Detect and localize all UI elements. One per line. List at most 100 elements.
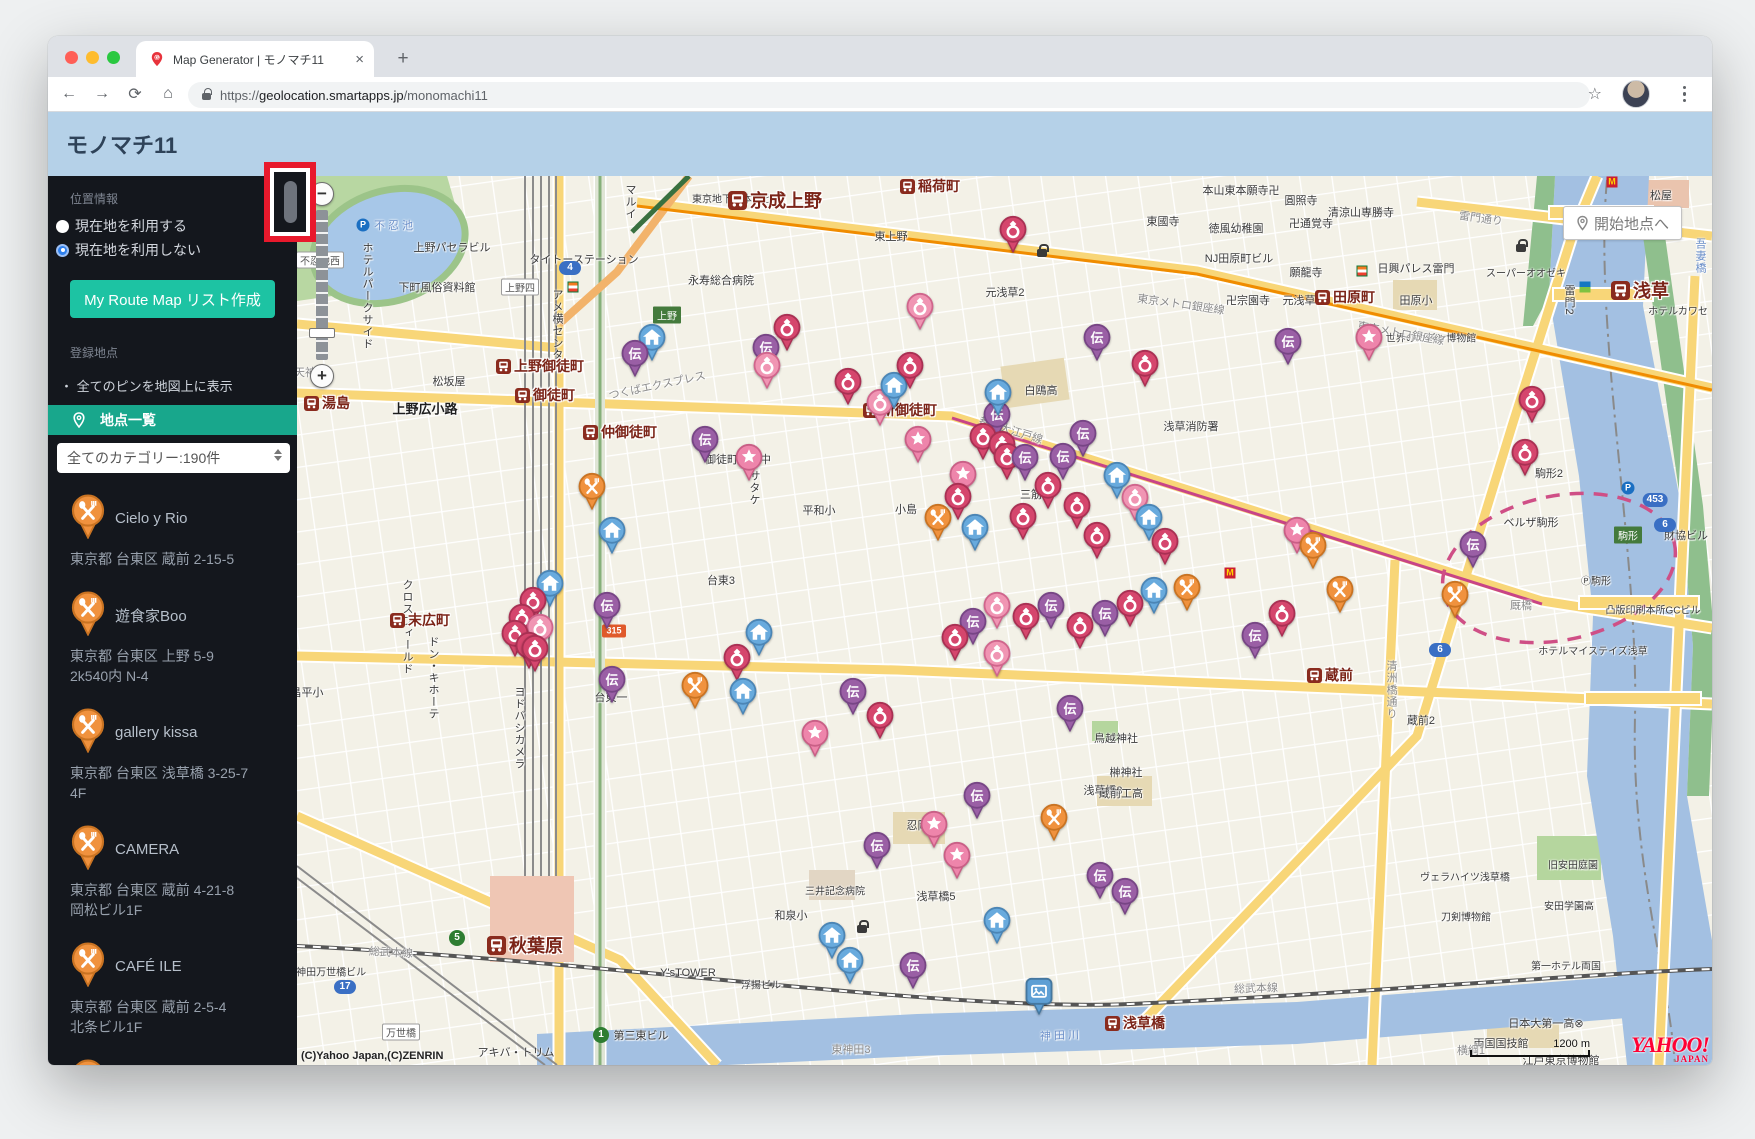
restaurant-pin-icon — [70, 941, 106, 992]
svg-text:伝: 伝 — [1090, 330, 1103, 345]
restaurant-pin-icon — [70, 824, 106, 875]
map-pin-star-event[interactable] — [734, 443, 764, 481]
map-pin-den-craft[interactable]: 伝 — [1110, 877, 1140, 915]
window-controls[interactable] — [65, 51, 120, 64]
bookmark-star-icon[interactable]: ☆ — [1588, 84, 1602, 104]
map-pin-food-restaurant[interactable] — [577, 472, 607, 510]
minimize-window-button[interactable] — [86, 51, 99, 64]
map-scale: 1200 m — [1470, 1038, 1590, 1057]
map-pin-den-craft[interactable]: 伝 — [862, 831, 892, 869]
show-all-pins-item[interactable]: ・ 全てのピンを地図上に表示 — [60, 376, 297, 395]
radio-not-use-current-location[interactable]: 現在地を利用しない — [56, 240, 297, 260]
map-pin-home-architecture[interactable] — [728, 677, 758, 715]
map-pin-den-craft[interactable]: 伝 — [620, 339, 650, 377]
svg-text:伝: 伝 — [1466, 537, 1479, 552]
map-pin-den-craft[interactable]: 伝 — [1068, 419, 1098, 457]
map-pin-ring-accessory[interactable] — [1011, 602, 1041, 640]
map-canvas[interactable]: 不忍池不忍池西ホテルパークサイド上野パセラビル下町風俗資料館上野四タイトーステー… — [297, 176, 1712, 1065]
map-pin-home-architecture[interactable] — [982, 906, 1012, 944]
map-pin-ring-accessory[interactable] — [1082, 521, 1112, 559]
map-pin-home-architecture[interactable] — [960, 513, 990, 551]
map-pin-den-craft[interactable]: 伝 — [597, 665, 627, 703]
map-pin-den-craft[interactable]: 伝 — [1273, 327, 1303, 365]
location-pin-icon — [1577, 215, 1588, 231]
place-list-item[interactable]: 東京花工房 東京都 台東区 浅草橋 3-34-101F — [70, 1058, 297, 1065]
map-pin-ring-accessory[interactable] — [1150, 527, 1180, 565]
map-pin-food-restaurant[interactable] — [1298, 531, 1328, 569]
reload-icon[interactable]: ⟳ — [123, 84, 147, 104]
place-list-item[interactable]: CAFÉ ILE 東京都 台東区 蔵前 2-5-4 北条ビル1F — [70, 941, 297, 1037]
map-pin-ring-accessory[interactable] — [1267, 599, 1297, 637]
forward-icon[interactable]: → — [90, 85, 114, 103]
map-pin-ring-accessory-pink[interactable] — [752, 351, 782, 389]
map-pin-ring-accessory[interactable] — [865, 701, 895, 739]
sidebar-scrollbar-thumb[interactable] — [283, 181, 297, 223]
map-pin-star-event[interactable] — [1354, 323, 1384, 361]
zoom-slider[interactable] — [309, 210, 335, 360]
map-pin-ring-accessory[interactable] — [520, 634, 550, 672]
map-pin-food-restaurant[interactable] — [1440, 580, 1470, 618]
url-text[interactable]: https://geolocation.smartapps.jp/monomac… — [220, 88, 488, 103]
place-address: 東京都 台東区 浅草橋 3-25-7 4F — [70, 765, 249, 801]
map-pin-den-craft[interactable]: 伝 — [898, 951, 928, 989]
place-list-item[interactable]: CAMERA 東京都 台東区 蔵前 4-21-8 岡松ビル1F — [70, 824, 297, 920]
lock-icon — [202, 88, 212, 100]
place-list-item[interactable]: gallery kissa 東京都 台東区 浅草橋 3-25-7 4F — [70, 707, 297, 803]
map-pin-star-event[interactable] — [903, 425, 933, 463]
map-pin-den-craft[interactable]: 伝 — [1458, 530, 1488, 568]
map-pin-home-architecture[interactable] — [835, 946, 865, 984]
radio-selected-icon[interactable] — [56, 243, 69, 257]
radio-icon[interactable] — [56, 219, 69, 233]
map-pin-ring-accessory[interactable] — [940, 623, 970, 661]
map-pin-ring-accessory-pink[interactable] — [982, 639, 1012, 677]
map-pin-den-craft[interactable]: 伝 — [592, 591, 622, 629]
map-pin-home-architecture[interactable] — [597, 516, 627, 554]
address-bar[interactable]: https://geolocation.smartapps.jp/monomac… — [188, 82, 1590, 108]
zoom-in-button[interactable]: + — [310, 364, 334, 388]
browser-tab[interactable]: G Map Generator | モノマチ11 × — [136, 41, 374, 77]
map-pin-den-craft[interactable]: 伝 — [1055, 694, 1085, 732]
home-icon[interactable]: ⌂ — [156, 85, 180, 103]
map-pin-den-craft[interactable]: 伝 — [1240, 621, 1270, 659]
back-icon[interactable]: ← — [57, 85, 81, 103]
create-route-map-button[interactable]: My Route Map リスト作成 — [70, 280, 275, 318]
new-tab-button[interactable]: + — [390, 46, 416, 72]
map-pin-ring-accessory[interactable] — [1130, 349, 1160, 387]
svg-text:伝: 伝 — [1281, 334, 1294, 349]
map-pin-den-craft[interactable]: 伝 — [690, 425, 720, 463]
map-pin-star-event[interactable] — [800, 719, 830, 757]
map-pin-ring-accessory[interactable] — [1517, 385, 1547, 423]
map-pin-den-craft[interactable]: 伝 — [962, 781, 992, 819]
map-pin-ring-accessory[interactable] — [895, 351, 925, 389]
close-tab-icon[interactable]: × — [355, 52, 364, 67]
maximize-window-button[interactable] — [107, 51, 120, 64]
map-pin-food-restaurant[interactable] — [1039, 803, 1069, 841]
place-list-item[interactable]: Cielo y Rio 東京都 台東区 蔵前 2-15-5 — [70, 493, 297, 569]
map-pin-food-restaurant[interactable] — [680, 671, 710, 709]
go-to-start-point-button[interactable]: 開始地点へ — [1562, 206, 1682, 240]
category-select[interactable]: 全てのカテゴリー:190件 — [57, 443, 290, 473]
restaurant-pin-icon — [70, 1058, 106, 1065]
map-pin-ring-accessory[interactable] — [998, 215, 1028, 253]
map-pin-ring-accessory[interactable] — [1510, 438, 1540, 476]
map-pin-food-restaurant[interactable] — [923, 503, 953, 541]
radio-use-current-location[interactable]: 現在地を利用する — [56, 216, 297, 236]
map-pin-den-craft[interactable]: 伝 — [1082, 323, 1112, 361]
map-pin-ring-accessory[interactable] — [772, 313, 802, 351]
map-pin-ring-accessory[interactable] — [722, 643, 752, 681]
map-pin-ring-accessory[interactable] — [833, 367, 863, 405]
map-pin-home-architecture[interactable] — [983, 378, 1013, 416]
zoom-slider-handle[interactable] — [309, 328, 335, 338]
map-pin-food-restaurant[interactable] — [1172, 573, 1202, 611]
map-pin-ring-accessory-pink[interactable] — [905, 292, 935, 330]
map-pin-den-craft[interactable]: 伝 — [838, 677, 868, 715]
map-pin-ring-accessory[interactable] — [1065, 611, 1095, 649]
place-list-header[interactable]: 地点一覧 — [48, 405, 297, 435]
profile-avatar[interactable] — [1622, 80, 1650, 108]
map-pin-star-event[interactable] — [942, 841, 972, 879]
place-list-item[interactable]: 遊食家Boo 東京都 台東区 上野 5-9 2k540内 N-4 — [70, 590, 297, 686]
browser-menu-icon[interactable] — [1682, 85, 1686, 103]
map-pin-food-restaurant[interactable] — [1325, 575, 1355, 613]
map-pin-photo-gallery[interactable] — [1024, 977, 1054, 1015]
close-window-button[interactable] — [65, 51, 78, 64]
